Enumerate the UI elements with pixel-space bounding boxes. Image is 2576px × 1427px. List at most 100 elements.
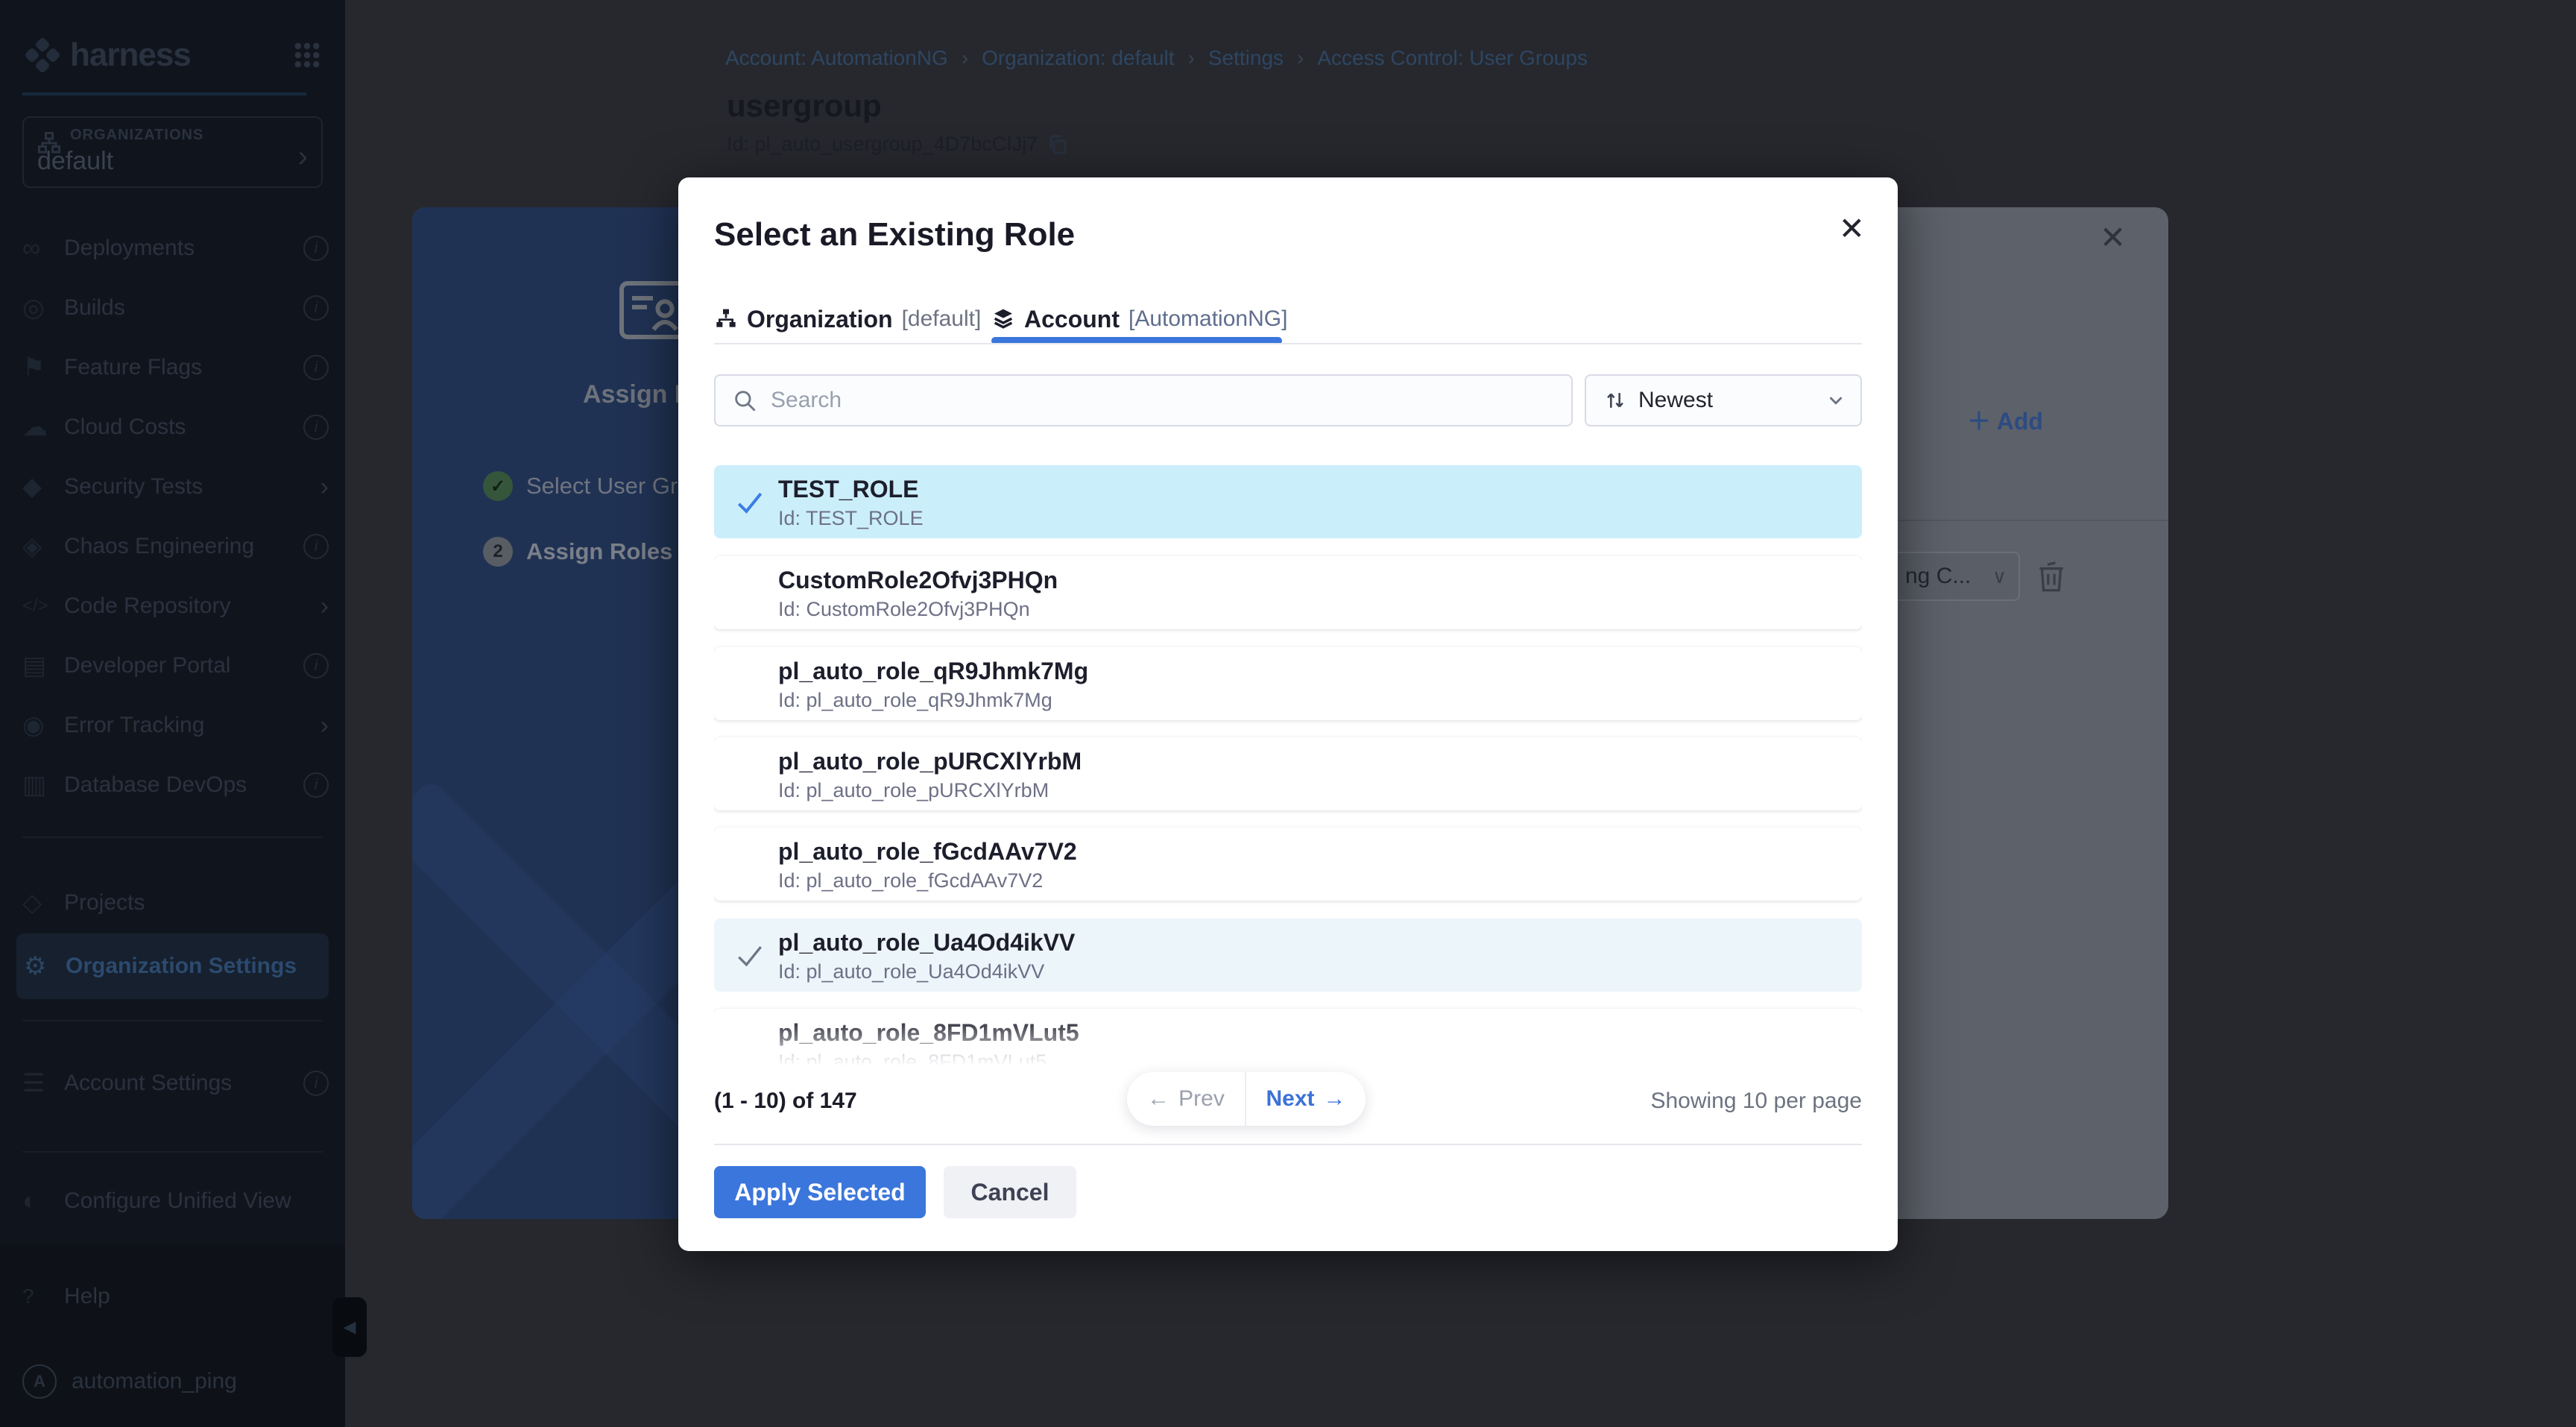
arrow-right-icon: → bbox=[1324, 1086, 1346, 1112]
sidebar-item-deployments[interactable]: ∞Deploymentsi bbox=[22, 224, 329, 273]
database-devops-icon: ▥ bbox=[22, 770, 64, 800]
sort-select[interactable]: Newest bbox=[1585, 374, 1862, 426]
chevron-down-icon: ∨ bbox=[1992, 565, 2007, 588]
divider bbox=[714, 343, 1862, 344]
close-icon[interactable]: ✕ bbox=[1839, 213, 1865, 245]
breadcrumb-separator: › bbox=[1188, 46, 1195, 70]
sidebar-item-user[interactable]: Aautomation_ping bbox=[22, 1357, 329, 1406]
org-hierarchy-icon bbox=[714, 307, 738, 331]
breadcrumb: Account: AutomationNG › Organization: de… bbox=[725, 46, 1588, 70]
cancel-button[interactable]: Cancel bbox=[944, 1166, 1076, 1218]
tab-account[interactable]: Account [AutomationNG] bbox=[991, 298, 1287, 340]
error-tracking-icon: ◉ bbox=[22, 711, 64, 740]
app-root: Account: AutomationNG › Organization: de… bbox=[0, 0, 2576, 1427]
breadcrumb-separator: › bbox=[1297, 46, 1304, 70]
org-selector-value: default bbox=[37, 147, 308, 176]
wizard-heading: Assign R bbox=[583, 380, 692, 409]
sidebar-item-security-tests[interactable]: ◆Security Tests› bbox=[22, 462, 329, 511]
divider bbox=[22, 92, 306, 95]
org-hierarchy-icon bbox=[36, 130, 63, 157]
sort-arrows-icon bbox=[1603, 388, 1628, 413]
sidebar-collapse-handle[interactable]: ◀ bbox=[332, 1297, 367, 1357]
search-input[interactable] bbox=[771, 388, 1509, 413]
wizard-step-1: ✓ Select User Gro bbox=[483, 471, 691, 501]
chevron-right-icon: › bbox=[321, 593, 329, 619]
harness-logo-icon bbox=[22, 35, 63, 75]
sidebar-item-developer-portal[interactable]: ▤Developer Portali bbox=[22, 641, 329, 690]
close-icon[interactable]: ✕ bbox=[2100, 219, 2126, 256]
deployments-icon: ∞ bbox=[22, 234, 64, 263]
sidebar-item-builds[interactable]: ◎Buildsi bbox=[22, 283, 329, 333]
resource-group-value: ng C... bbox=[1905, 564, 1971, 589]
info-icon[interactable]: i bbox=[303, 772, 329, 798]
info-icon[interactable]: i bbox=[303, 295, 329, 321]
scope-tabs: Organization [default] Account [Automati… bbox=[714, 298, 981, 340]
role-list-item[interactable]: pl_auto_role_qR9Jhmk7Mg Id: pl_auto_role… bbox=[714, 647, 1862, 720]
pagination-range: (1 - 10) of 147 bbox=[714, 1089, 857, 1114]
info-icon[interactable]: i bbox=[303, 653, 329, 678]
sidebar-item-code-repository[interactable]: </>Code Repository› bbox=[22, 582, 329, 631]
sidebar: harness ORGANIZATIONS default › ∞Deploym… bbox=[0, 0, 345, 1427]
role-list-item[interactable]: TEST_ROLE Id: TEST_ROLE bbox=[714, 465, 1862, 538]
sidebar-item-feature-flags[interactable]: ⚑Feature Flagsi bbox=[22, 343, 329, 392]
add-role-button[interactable]: ＋ Add bbox=[1967, 403, 2043, 437]
divider bbox=[22, 837, 323, 838]
pager: ←Prev Next→ bbox=[1127, 1072, 1366, 1126]
next-page-button[interactable]: Next→ bbox=[1246, 1072, 1366, 1126]
sidebar-item-help[interactable]: ?Help bbox=[22, 1272, 329, 1321]
sidebar-item-configure-unified-view[interactable]: ◐Configure Unified View bbox=[22, 1176, 329, 1226]
feature-flags-icon: ⚑ bbox=[22, 353, 64, 382]
configure-unified-view-icon: ◐ bbox=[22, 1187, 64, 1216]
role-list-item[interactable]: CustomRole2Ofvj3PHQn Id: CustomRole2Ofvj… bbox=[714, 556, 1862, 629]
help-icon: ? bbox=[22, 1285, 64, 1308]
logo-row: harness bbox=[22, 31, 323, 79]
sidebar-item-projects[interactable]: ◇Projects bbox=[22, 878, 329, 927]
sidebar-item-organization-settings[interactable]: ⚙Organization Settings bbox=[16, 933, 329, 999]
prev-page-button[interactable]: ←Prev bbox=[1127, 1072, 1246, 1126]
app-grid-icon[interactable] bbox=[291, 40, 323, 71]
breadcrumb-user-groups[interactable]: Access Control: User Groups bbox=[1317, 46, 1588, 70]
entity-id: Id: pl_auto_usergroup_4D7bcCIJj7 bbox=[727, 133, 1069, 156]
check-icon bbox=[733, 939, 766, 972]
breadcrumb-settings[interactable]: Settings bbox=[1208, 46, 1284, 70]
sidebar-item-account-settings[interactable]: ☰Account Settingsi bbox=[22, 1059, 329, 1108]
modal-title: Select an Existing Role bbox=[714, 216, 1075, 253]
cloud-costs-icon: ☁ bbox=[22, 412, 64, 442]
org-selector-label: ORGANIZATIONS bbox=[70, 127, 308, 144]
sidebar-item-cloud-costs[interactable]: ☁Cloud Costsi bbox=[22, 403, 329, 452]
breadcrumb-organization[interactable]: Organization: default bbox=[982, 46, 1174, 70]
role-list-item[interactable]: pl_auto_role_Ua4Od4ikVV Id: pl_auto_role… bbox=[714, 919, 1862, 992]
org-selector[interactable]: ORGANIZATIONS default › bbox=[22, 116, 323, 188]
info-icon[interactable]: i bbox=[303, 534, 329, 559]
copy-icon[interactable] bbox=[1046, 133, 1069, 156]
info-icon[interactable]: i bbox=[303, 1071, 329, 1096]
breadcrumb-account[interactable]: Account: AutomationNG bbox=[725, 46, 948, 70]
info-icon[interactable]: i bbox=[303, 355, 329, 380]
delete-row-icon[interactable] bbox=[2034, 558, 2068, 595]
sidebar-item-database-devops[interactable]: ▥Database DevOpsi bbox=[22, 760, 329, 810]
divider bbox=[22, 1020, 323, 1021]
info-icon[interactable]: i bbox=[303, 236, 329, 261]
step-complete-icon: ✓ bbox=[483, 471, 513, 501]
gear-icon: ⚙ bbox=[24, 951, 66, 981]
check-icon bbox=[733, 486, 766, 519]
account-settings-icon: ☰ bbox=[22, 1068, 64, 1098]
info-icon[interactable]: i bbox=[303, 415, 329, 440]
role-list-item[interactable]: pl_auto_role_pURCXlYrbM Id: pl_auto_role… bbox=[714, 737, 1862, 810]
tab-organization[interactable]: Organization [default] bbox=[714, 306, 981, 333]
role-list-item[interactable]: pl_auto_role_fGcdAAv7V2 Id: pl_auto_role… bbox=[714, 828, 1862, 901]
sidebar-item-chaos-engineering[interactable]: ◈Chaos Engineeringi bbox=[22, 522, 329, 571]
harness-wordmark: harness bbox=[70, 37, 191, 74]
search-icon bbox=[732, 388, 757, 413]
select-role-modal: Select an Existing Role ✕ Organization [… bbox=[678, 177, 1898, 1251]
divider bbox=[714, 1144, 1862, 1145]
developer-portal-icon: ▤ bbox=[22, 651, 64, 681]
sort-value: Newest bbox=[1638, 388, 1713, 413]
apply-selected-button[interactable]: Apply Selected bbox=[714, 1166, 926, 1218]
page-title: usergroup bbox=[727, 88, 882, 124]
layers-icon bbox=[991, 307, 1015, 331]
step-number-icon: 2 bbox=[483, 537, 513, 567]
security-tests-icon: ◆ bbox=[22, 472, 64, 502]
sidebar-item-error-tracking[interactable]: ◉Error Tracking› bbox=[22, 701, 329, 750]
chevron-down-icon bbox=[1825, 389, 1847, 412]
